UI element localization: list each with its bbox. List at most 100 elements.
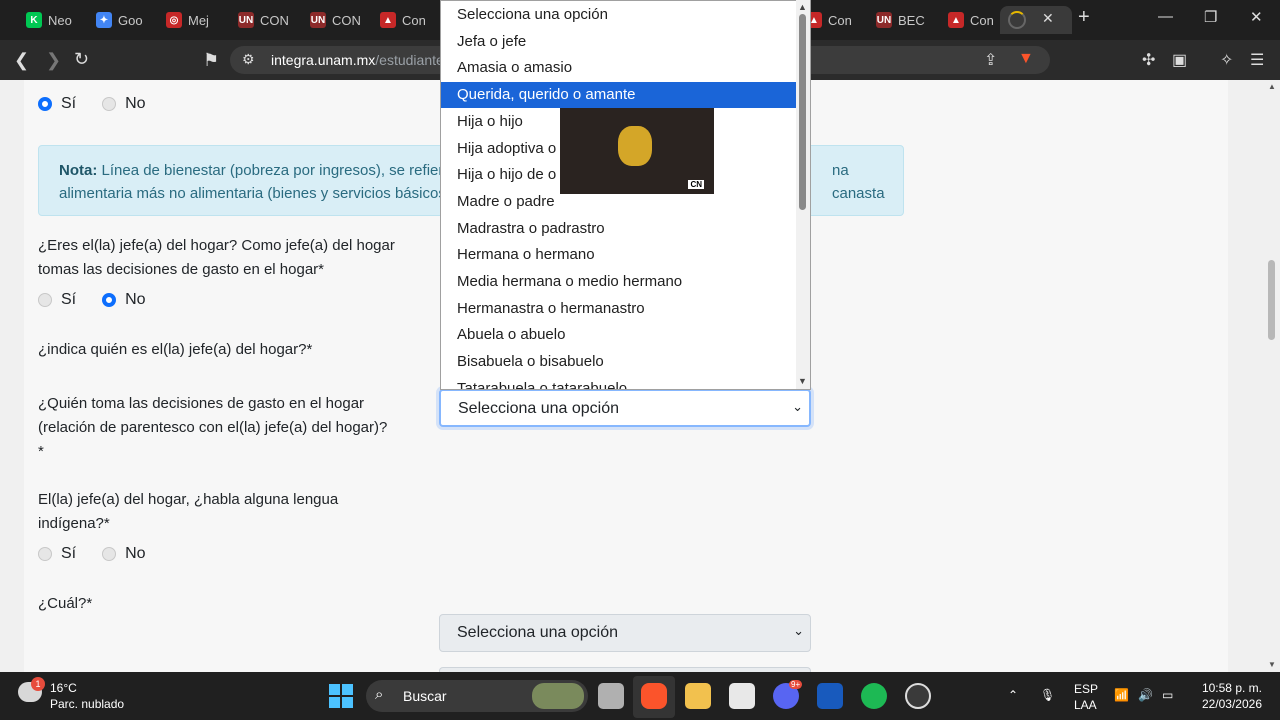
restore-icon[interactable]: ❐ bbox=[1204, 8, 1217, 26]
minimize-icon[interactable]: — bbox=[1158, 8, 1173, 25]
dropdown-option-label: Bisabuela o bisabuelo bbox=[457, 353, 604, 371]
radio-yes-label: Sí bbox=[61, 95, 77, 112]
task-view-icon[interactable] bbox=[598, 683, 624, 709]
site-info-icon[interactable]: ⚙ bbox=[242, 51, 255, 68]
question-quien-line1: ¿Quién toma las decisiones de gasto en e… bbox=[38, 395, 365, 412]
tab-favicon-icon: ▲ bbox=[380, 12, 396, 28]
tab-active-loading[interactable] bbox=[1000, 6, 1072, 34]
radio-no[interactable] bbox=[102, 97, 117, 111]
dropdown-option-label: Jefa o jefe bbox=[457, 32, 527, 50]
question-quien: ¿Quién toma las decisiones de gasto en e… bbox=[38, 392, 387, 464]
note-bold: Nota: bbox=[59, 162, 98, 179]
cartoon-character-icon bbox=[618, 126, 652, 166]
bookmark-icon[interactable]: ⚑ bbox=[203, 50, 219, 71]
browser-tab[interactable]: ▲ Con bbox=[940, 6, 994, 34]
note-line1b: na canasta bbox=[832, 162, 885, 202]
dropdown-option[interactable]: Abuela o abuelo bbox=[441, 322, 796, 348]
window-close-icon[interactable]: ✕ bbox=[1250, 8, 1263, 26]
close-tab-icon[interactable]: ✕ bbox=[1042, 10, 1054, 27]
dropdown-option-label: Amasia o amasio bbox=[457, 59, 573, 77]
dropdown-option[interactable]: Hermana o hermano bbox=[441, 242, 796, 268]
weather-temp[interactable]: 16°C bbox=[50, 681, 77, 695]
radio-yes[interactable] bbox=[38, 97, 52, 111]
browser-tab[interactable]: ✦ Goo bbox=[88, 6, 143, 34]
question-quien-line2: (relación de parentesco con el(la) jefe(… bbox=[38, 419, 388, 436]
share-icon[interactable]: ⇪ bbox=[984, 50, 997, 70]
dropdown-option[interactable]: Jefa o jefe bbox=[441, 29, 796, 55]
menu-icon[interactable]: ☰ bbox=[1250, 50, 1264, 70]
file-explorer-icon[interactable] bbox=[685, 683, 711, 709]
dropdown-option-label: Hija adoptiva o bbox=[457, 139, 557, 157]
radio-lengua-no[interactable] bbox=[102, 547, 117, 561]
dropdown-scrollbar-thumb[interactable] bbox=[799, 14, 806, 210]
dropdown-option[interactable]: Tatarabuela o tatarabuelo bbox=[441, 376, 796, 390]
radio-jefe-yes[interactable] bbox=[38, 293, 52, 307]
dropdown-option-label: Tatarabuela o tatarabuelo bbox=[457, 379, 628, 390]
microphone-icon[interactable]: 🎙 bbox=[1040, 688, 1055, 702]
reader-icon[interactable]: ▣ bbox=[1172, 50, 1187, 70]
lang-secondary[interactable]: LAA bbox=[1074, 698, 1097, 712]
dropdown-option[interactable]: Hermanastra o hermanastro bbox=[441, 296, 796, 322]
radio-lengua-yes-label: Sí bbox=[61, 545, 77, 562]
browser-tab[interactable]: UN BEC bbox=[868, 6, 925, 34]
weather-desc[interactable]: Parc. nublado bbox=[50, 697, 124, 711]
url-text[interactable]: integra.unam.mx/estudiante bbox=[271, 52, 444, 68]
battery-icon[interactable]: ▭ bbox=[1162, 688, 1173, 702]
question-indica: ¿indica quién es el(la) jefe(a) del hoga… bbox=[38, 341, 313, 358]
tab-label: Mej bbox=[188, 12, 209, 28]
url-host: integra.unam.mx bbox=[271, 52, 376, 68]
dropdown-option[interactable]: Madrastra o padrastro bbox=[441, 216, 796, 242]
radio-lengua-yes[interactable] bbox=[38, 547, 52, 561]
dropdown-scroll-up-icon[interactable]: ▲ bbox=[798, 2, 807, 12]
spotify-icon[interactable] bbox=[861, 683, 887, 709]
dropdown-option-label: Hija o hijo de o bbox=[457, 166, 557, 184]
brave-shield-icon[interactable]: ▼ bbox=[1018, 50, 1034, 68]
dropdown-option[interactable]: Amasia o amasio bbox=[441, 55, 796, 81]
browser-tab[interactable]: UN CON bbox=[302, 6, 361, 34]
dropdown-option-label: Madre o padre bbox=[457, 192, 555, 210]
lang-primary[interactable]: ESP bbox=[1074, 682, 1098, 696]
discord-badge: 9+ bbox=[789, 680, 803, 689]
page-scrollbar[interactable] bbox=[1266, 80, 1280, 672]
dropdown-scroll-down-icon[interactable]: ▼ bbox=[798, 376, 807, 386]
snipping-tool-icon[interactable] bbox=[729, 683, 755, 709]
dropdown-list[interactable]: Selecciona una opción Jefa o jefe Amasia o… bbox=[440, 0, 811, 390]
obs-icon[interactable] bbox=[905, 683, 931, 709]
tray-chevron-up-icon[interactable]: ⌃ bbox=[1008, 688, 1018, 702]
page-scrollbar-thumb[interactable] bbox=[1268, 260, 1275, 340]
clock-date[interactable]: 22/03/2026 bbox=[1196, 697, 1262, 711]
radio-jefe-yes-label: Sí bbox=[61, 291, 77, 308]
forward-icon[interactable]: ❯ bbox=[46, 50, 61, 71]
browser-tab[interactable]: ◎ Mej bbox=[158, 6, 209, 34]
page-scroll-up-icon[interactable]: ▲ bbox=[1268, 82, 1276, 91]
select-cual[interactable]: Selecciona una opción ⌄ bbox=[439, 614, 811, 652]
radio-jefe-no[interactable] bbox=[102, 293, 117, 307]
question-lengua: El(la) jefe(a) del hogar, ¿habla alguna … bbox=[38, 488, 338, 536]
brave-browser-icon[interactable] bbox=[641, 683, 667, 709]
wifi-icon[interactable]: 📶 bbox=[1114, 688, 1129, 702]
dropdown-option[interactable]: Selecciona una opción bbox=[441, 2, 796, 28]
page-scroll-down-icon[interactable]: ▼ bbox=[1268, 660, 1276, 669]
radio-no-label: No bbox=[125, 95, 146, 112]
volume-icon[interactable]: 🔊 bbox=[1138, 688, 1153, 702]
question-lengua-line1: El(la) jefe(a) del hogar, ¿habla alguna … bbox=[38, 491, 339, 508]
radio-jefe-no-label: No bbox=[125, 291, 146, 308]
dropdown-option[interactable]: Media hermana o medio hermano bbox=[441, 269, 796, 295]
loading-spinner-icon bbox=[1008, 11, 1026, 29]
leo-ai-icon[interactable]: ✧ bbox=[1220, 50, 1233, 70]
dropdown-option[interactable]: Querida, querido o amante bbox=[441, 82, 796, 109]
extensions-icon[interactable]: ✣ bbox=[1142, 50, 1155, 70]
tab-favicon-icon: UN bbox=[876, 12, 892, 28]
browser-tab[interactable]: K Neo bbox=[18, 6, 72, 34]
browser-tab[interactable]: UN CON bbox=[230, 6, 289, 34]
new-tab-button[interactable]: + bbox=[1078, 6, 1090, 29]
word-icon[interactable] bbox=[817, 683, 843, 709]
select-quien[interactable]: Selecciona una opción ⌄ bbox=[439, 389, 811, 427]
dropdown-option[interactable]: Bisabuela o bisabuelo bbox=[441, 349, 796, 375]
tab-favicon-icon: UN bbox=[310, 12, 326, 28]
clock-time[interactable]: 10:58 p. m. bbox=[1196, 681, 1262, 695]
back-icon[interactable]: ❮ bbox=[14, 50, 29, 71]
start-button[interactable] bbox=[329, 684, 353, 708]
reload-icon[interactable]: ↻ bbox=[74, 49, 89, 70]
browser-tab[interactable]: ▲ Con bbox=[372, 6, 426, 34]
